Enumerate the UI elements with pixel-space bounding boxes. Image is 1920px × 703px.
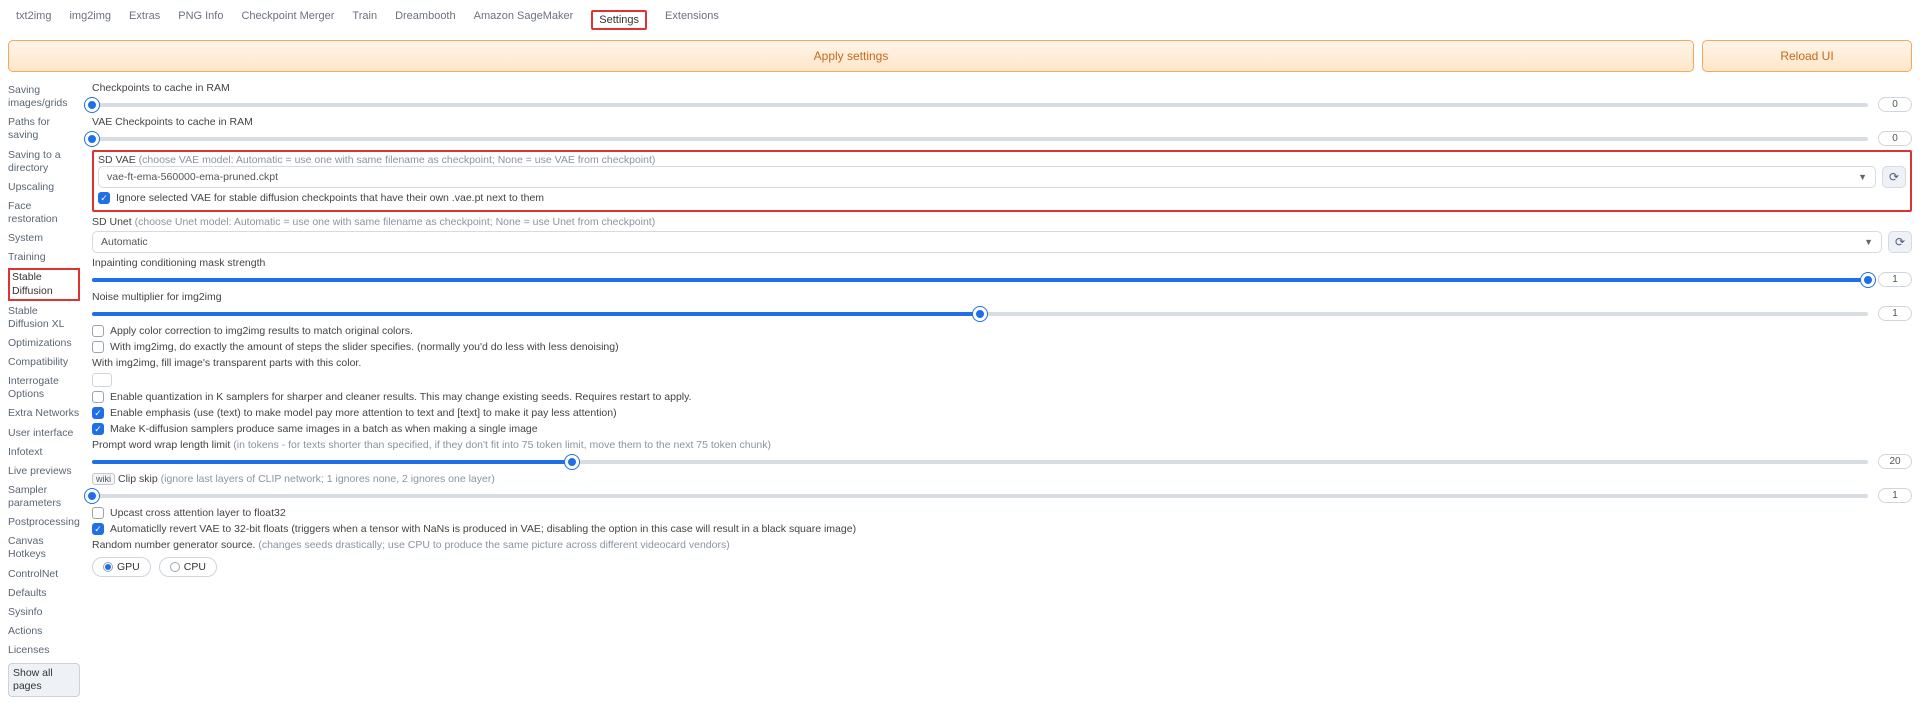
inpaint-label: Inpainting conditioning mask strength xyxy=(92,257,1912,269)
vae-cache-value[interactable]: 0 xyxy=(1878,131,1912,146)
sidebar-item-sysinfo[interactable]: Sysinfo xyxy=(8,604,80,621)
sidebar-item-paths-for-saving[interactable]: Paths for saving xyxy=(8,114,80,144)
tab-png-info[interactable]: PNG Info xyxy=(178,10,223,30)
sidebar-item-stable-diffusion[interactable]: Stable Diffusion xyxy=(8,268,80,300)
quantization-checkbox[interactable] xyxy=(92,391,104,403)
chevron-down-icon: ▼ xyxy=(1864,237,1873,247)
tab-dreambooth[interactable]: Dreambooth xyxy=(395,10,456,30)
rng-radio-gpu[interactable]: GPU xyxy=(92,557,151,577)
sidebar-item-extra-networks[interactable]: Extra Networks xyxy=(8,405,80,422)
tab-img2img[interactable]: img2img xyxy=(69,10,111,30)
color-correction-checkbox[interactable] xyxy=(92,325,104,337)
kdiff-batch-checkbox[interactable]: ✓ xyxy=(92,423,104,435)
sidebar-item-licenses[interactable]: Licenses xyxy=(8,642,80,659)
prompt-wrap-value[interactable]: 20 xyxy=(1878,454,1912,469)
inpaint-value[interactable]: 1 xyxy=(1878,272,1912,287)
tab-checkpoint-merger[interactable]: Checkpoint Merger xyxy=(241,10,334,30)
noise-label: Noise multiplier for img2img xyxy=(92,291,1912,303)
sidebar-item-canvas-hotkeys[interactable]: Canvas Hotkeys xyxy=(8,533,80,563)
apply-settings-button[interactable]: Apply settings xyxy=(8,40,1694,72)
clip-skip-value[interactable]: 1 xyxy=(1878,488,1912,503)
sidebar-item-defaults[interactable]: Defaults xyxy=(8,585,80,602)
vae-cache-label: VAE Checkpoints to cache in RAM xyxy=(92,116,1912,128)
upcast-checkbox[interactable] xyxy=(92,507,104,519)
sd-vae-section: SD VAE (choose VAE model: Automatic = us… xyxy=(92,150,1912,212)
sidebar-item-training[interactable]: Training xyxy=(8,249,80,266)
tab-txt2img[interactable]: txt2img xyxy=(16,10,51,30)
ignore-vae-checkbox[interactable]: ✓ xyxy=(98,192,110,204)
main-tabs: txt2img img2img Extras PNG Info Checkpoint M… xyxy=(8,6,1912,40)
sd-unet-select[interactable]: Automatic▼ xyxy=(92,231,1882,253)
inpaint-slider[interactable] xyxy=(92,278,1868,282)
sidebar-item-compatibility[interactable]: Compatibility xyxy=(8,354,80,371)
sidebar-item-actions[interactable]: Actions xyxy=(8,623,80,640)
prompt-wrap-slider[interactable] xyxy=(92,460,1868,464)
tab-settings[interactable]: Settings xyxy=(591,10,647,30)
sidebar-item-face-restoration[interactable]: Face restoration xyxy=(8,198,80,228)
sidebar-item-system[interactable]: System xyxy=(8,230,80,247)
tab-train[interactable]: Train xyxy=(352,10,377,30)
tab-amazon-sagemaker[interactable]: Amazon SageMaker xyxy=(474,10,574,30)
exact-steps-checkbox[interactable] xyxy=(92,341,104,353)
sidebar-item-saving-images-grids[interactable]: Saving images/grids xyxy=(8,82,80,112)
sidebar-item-infotext[interactable]: Infotext xyxy=(8,444,80,461)
sd-vae-select[interactable]: vae-ft-ema-560000-ema-pruned.ckpt▼ xyxy=(98,166,1876,188)
sidebar-item-sampler-parameters[interactable]: Sampler parameters xyxy=(8,482,80,512)
vae-cache-slider[interactable] xyxy=(92,137,1868,141)
sidebar-item-upscaling[interactable]: Upscaling xyxy=(8,179,80,196)
sidebar-item-stable-diffusion-xl[interactable]: Stable Diffusion XL xyxy=(8,303,80,333)
ckpt-cache-value[interactable]: 0 xyxy=(1878,97,1912,112)
settings-content: Checkpoints to cache in RAM 0 VAE Checkp… xyxy=(92,82,1912,697)
tab-extensions[interactable]: Extensions xyxy=(665,10,719,30)
revert-vae-checkbox[interactable]: ✓ xyxy=(92,523,104,535)
tab-extras[interactable]: Extras xyxy=(129,10,160,30)
refresh-icon[interactable]: ⟳ xyxy=(1888,231,1912,253)
settings-sidebar: Saving images/gridsPaths for savingSavin… xyxy=(8,82,80,697)
sidebar-item-show-all-pages[interactable]: Show all pages xyxy=(8,663,80,697)
wiki-badge[interactable]: wiki xyxy=(92,473,115,485)
noise-value[interactable]: 1 xyxy=(1878,306,1912,321)
ckpt-cache-label: Checkpoints to cache in RAM xyxy=(92,82,1912,94)
emphasis-checkbox[interactable]: ✓ xyxy=(92,407,104,419)
ckpt-cache-slider[interactable] xyxy=(92,103,1868,107)
sidebar-item-interrogate-options[interactable]: Interrogate Options xyxy=(8,373,80,403)
sidebar-item-live-previews[interactable]: Live previews xyxy=(8,463,80,480)
rng-radio-cpu[interactable]: CPU xyxy=(159,557,217,577)
sidebar-item-postprocessing[interactable]: Postprocessing xyxy=(8,514,80,531)
rng-radio-group: GPU CPU xyxy=(92,557,1912,577)
chevron-down-icon: ▼ xyxy=(1858,172,1867,182)
sidebar-item-optimizations[interactable]: Optimizations xyxy=(8,335,80,352)
clip-skip-slider[interactable] xyxy=(92,494,1868,498)
reload-ui-button[interactable]: Reload UI xyxy=(1702,40,1912,72)
sidebar-item-user-interface[interactable]: User interface xyxy=(8,425,80,442)
noise-slider[interactable] xyxy=(92,312,1868,316)
refresh-icon[interactable]: ⟳ xyxy=(1882,166,1906,188)
sidebar-item-controlnet[interactable]: ControlNet xyxy=(8,566,80,583)
fill-color-input[interactable] xyxy=(92,373,112,387)
sidebar-item-saving-to-a-directory[interactable]: Saving to a directory xyxy=(8,147,80,177)
